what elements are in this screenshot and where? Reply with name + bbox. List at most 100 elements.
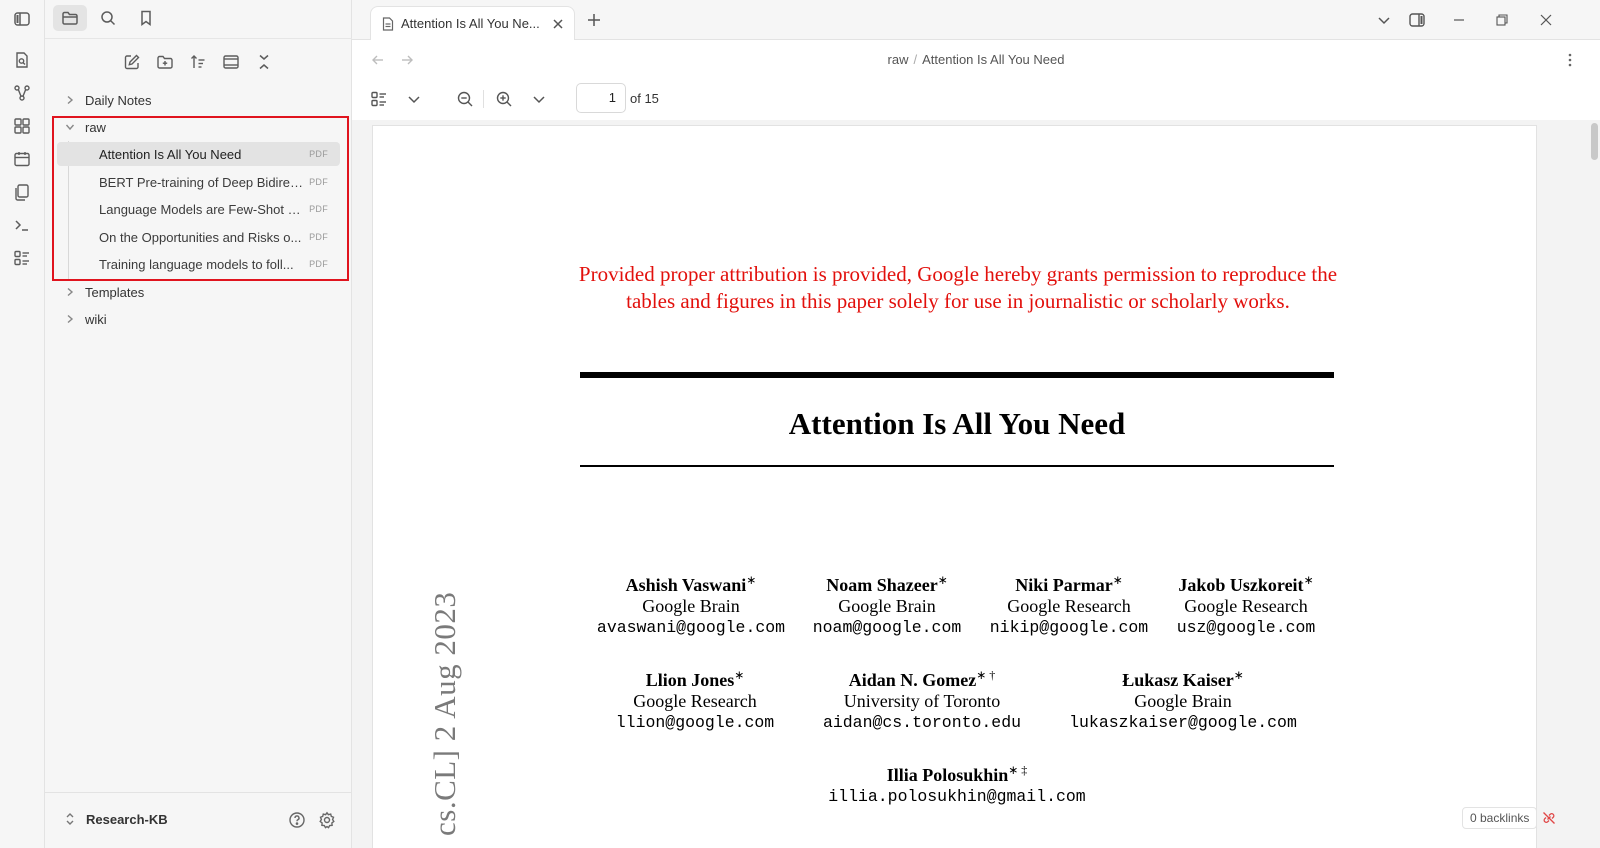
settings-gear-icon[interactable]	[316, 809, 338, 831]
author-block: Łukasz Kaiser∗ Google Brain lukaszkaiser…	[1058, 665, 1308, 733]
author-mark: ∗	[1112, 573, 1123, 587]
author-name: Illia Polosukhin∗ ‡	[886, 763, 1028, 785]
author-mark: ∗ †	[976, 668, 996, 682]
new-note-icon[interactable]	[120, 50, 144, 74]
obsidian-app: Daily Notes raw Attention Is All You Nee…	[0, 0, 1600, 848]
author-mark: ∗ ‡	[1008, 763, 1028, 777]
author-block: Ashish Vaswani∗ Google Brain avaswani@go…	[591, 570, 791, 638]
vault-switcher[interactable]: Research-KB	[62, 811, 168, 827]
search-tab[interactable]	[91, 5, 125, 31]
author-block: Jakob Uszkoreit∗ Google Research usz@goo…	[1146, 570, 1346, 638]
toggle-sidebar-icon[interactable]	[12, 9, 32, 29]
permission-notice: Provided proper attribution is provided,…	[578, 262, 1338, 313]
zoom-options-chevron-down-icon[interactable]	[528, 88, 550, 110]
pdf-toolbar: 1 of 15	[352, 80, 1600, 120]
file-type-badge: PDF	[309, 177, 328, 187]
zoom-in-icon[interactable]	[493, 88, 515, 110]
vertical-scrollbar[interactable]	[1588, 120, 1600, 848]
folder-templates[interactable]: Templates	[63, 280, 144, 304]
author-mark: ∗	[937, 573, 948, 587]
new-tab-plus-icon[interactable]	[584, 10, 604, 30]
author-affiliation: Google Research	[1184, 596, 1308, 616]
daily-note-icon[interactable]	[12, 149, 32, 169]
collapse-all-icon[interactable]	[252, 50, 276, 74]
chevron-up-down-icon	[62, 811, 78, 827]
chevron-right-icon	[63, 93, 77, 107]
file-label: Training language models to foll...	[99, 256, 294, 272]
more-options-icon[interactable]	[1560, 50, 1580, 70]
file-language-models-few-shot[interactable]: Language Models are Few-Shot L... PDF	[57, 197, 340, 221]
file-label: On the Opportunities and Risks o...	[99, 229, 302, 245]
tab-bar: Attention Is All You Ne...	[352, 0, 1600, 40]
author-email: noam@google.com	[812, 618, 962, 637]
author-affiliation: University of Toronto	[843, 691, 1001, 711]
author-affiliation: Google Research	[1007, 596, 1131, 616]
close-icon[interactable]	[550, 16, 566, 32]
page-number-input[interactable]: 1	[576, 83, 626, 113]
file-bert[interactable]: BERT Pre-training of Deep Bidirec... PDF	[57, 170, 340, 194]
file-opportunities-and-risks[interactable]: On the Opportunities and Risks o... PDF	[57, 225, 340, 249]
folder-label: wiki	[85, 311, 107, 327]
templates-icon[interactable]	[12, 182, 32, 202]
author-block: Illia Polosukhin∗ ‡ illia.polosukhin@gma…	[807, 760, 1107, 807]
author-name: Aidan N. Gomez∗ †	[848, 668, 996, 690]
author-name: Llion Jones∗	[645, 668, 745, 690]
sidebar-thumbnails-icon[interactable]	[368, 88, 390, 110]
breadcrumb-folder[interactable]: raw	[888, 52, 909, 67]
left-ribbon	[0, 0, 45, 848]
author-email: illia.polosukhin@gmail.com	[828, 787, 1086, 806]
title-rule-top	[580, 372, 1334, 378]
tab-attention-pdf[interactable]: Attention Is All You Ne...	[370, 6, 575, 40]
author-affiliation: Google Brain	[642, 596, 740, 616]
scrollbar-thumb[interactable]	[1591, 123, 1598, 160]
search-in-file-icon[interactable]	[12, 50, 32, 70]
view-mode-chevron-down-icon[interactable]	[403, 88, 425, 110]
pdf-viewport[interactable]: Provided proper attribution is provided,…	[352, 120, 1600, 848]
zoom-out-icon[interactable]	[454, 88, 476, 110]
bookmarks-tab[interactable]	[129, 5, 163, 31]
folder-wiki[interactable]: wiki	[63, 307, 107, 331]
unlinked-icon[interactable]	[1541, 810, 1557, 826]
paper-title: Attention Is All You Need	[788, 406, 1126, 441]
author-email: usz@google.com	[1176, 618, 1316, 637]
toggle-right-sidebar-icon[interactable]	[1406, 9, 1428, 31]
author-email: llion@google.com	[615, 713, 775, 732]
command-palette-icon[interactable]	[12, 215, 32, 235]
folder-label: raw	[85, 119, 106, 135]
vault-bar: Research-KB	[45, 792, 352, 848]
author-name: Niki Parmar∗	[1015, 573, 1123, 595]
author-mark: ∗	[1233, 668, 1244, 682]
sort-order-icon[interactable]	[186, 50, 210, 74]
author-affiliation: Google Brain	[1134, 691, 1232, 711]
author-name: Łukasz Kaiser∗	[1122, 668, 1244, 690]
file-attention-is-all-you-need[interactable]: Attention Is All You Need PDF	[57, 142, 340, 166]
folder-label: Daily Notes	[85, 92, 152, 108]
author-block: Niki Parmar∗ Google Research nikip@googl…	[969, 570, 1169, 638]
minimize-icon[interactable]	[1448, 9, 1470, 31]
author-block: Noam Shazeer∗ Google Brain noam@google.c…	[787, 570, 987, 638]
file-explorer-sidebar: Daily Notes raw Attention Is All You Nee…	[45, 0, 352, 848]
file-training-language-models[interactable]: Training language models to foll... PDF	[57, 252, 340, 276]
author-email: nikip@google.com	[989, 618, 1149, 637]
close-window-icon[interactable]	[1535, 9, 1557, 31]
restore-window-icon[interactable]	[1491, 9, 1513, 31]
graph-view-icon[interactable]	[12, 83, 32, 103]
help-icon[interactable]	[286, 809, 308, 831]
new-folder-icon[interactable]	[153, 50, 177, 74]
breadcrumb-separator: /	[913, 52, 918, 67]
tab-list-chevron-down-icon[interactable]	[1373, 9, 1395, 31]
file-type-badge: PDF	[309, 259, 328, 269]
file-explorer-tab[interactable]	[53, 5, 87, 31]
backlinks-status[interactable]: 0 backlinks	[1462, 807, 1538, 829]
folder-raw[interactable]: raw	[63, 115, 106, 139]
file-type-badge: PDF	[309, 232, 328, 242]
file-label: BERT Pre-training of Deep Bidirec...	[99, 174, 305, 190]
auto-reveal-icon[interactable]	[219, 50, 243, 74]
bases-icon[interactable]	[12, 248, 32, 268]
canvas-icon[interactable]	[12, 116, 32, 136]
author-name: Jakob Uszkoreit∗	[1178, 573, 1314, 595]
chevron-right-icon	[63, 285, 77, 299]
folder-daily-notes[interactable]: Daily Notes	[63, 88, 151, 112]
breadcrumb-file[interactable]: Attention Is All You Need	[922, 52, 1064, 67]
chevron-right-icon	[63, 312, 77, 326]
